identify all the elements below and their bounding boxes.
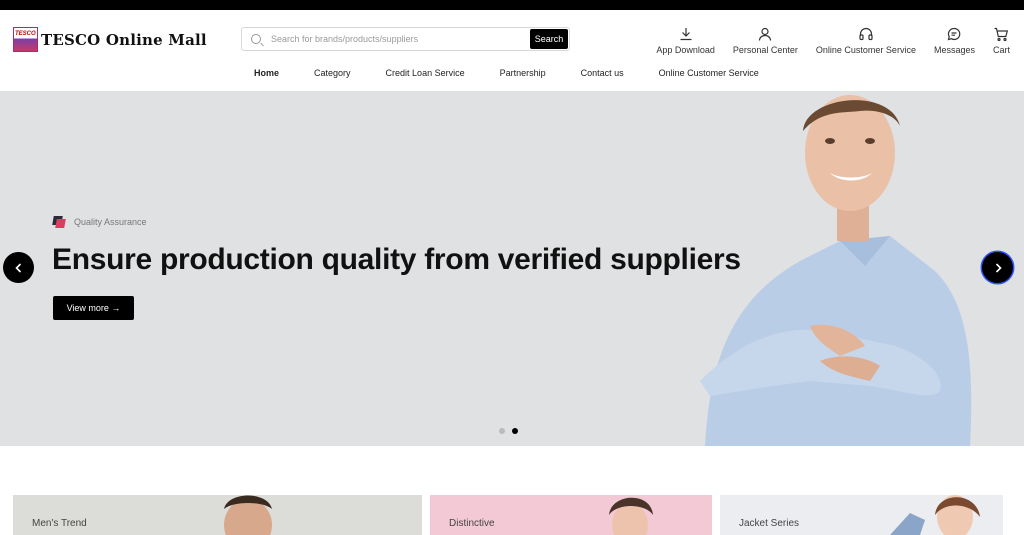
search-bar: Search bbox=[241, 27, 570, 51]
category-card-mens-trend[interactable]: Men's Trend bbox=[13, 495, 422, 535]
card-label: Men's Trend bbox=[32, 518, 87, 529]
logo[interactable]: TESCO TESCO Online Mall bbox=[13, 27, 207, 52]
header-actions: App Download Personal Center Online Cust… bbox=[638, 26, 1010, 55]
personal-center-link[interactable]: Personal Center bbox=[733, 26, 798, 55]
chevron-left-icon bbox=[14, 262, 21, 273]
site-header: TESCO TESCO Online Mall Search App Downl… bbox=[0, 10, 1024, 91]
chat-icon bbox=[948, 27, 961, 41]
chevron-right-icon bbox=[995, 262, 1002, 273]
card-model-image bbox=[609, 497, 653, 535]
view-more-button[interactable]: View more → bbox=[53, 296, 134, 320]
user-icon bbox=[759, 27, 772, 41]
nav-online-customer-service[interactable]: Online Customer Service bbox=[659, 68, 759, 78]
card-label: Jacket Series bbox=[739, 518, 800, 529]
nav-home[interactable]: Home bbox=[254, 68, 279, 78]
messages-link[interactable]: Messages bbox=[934, 26, 975, 55]
carousel-dot-1[interactable] bbox=[499, 428, 505, 434]
nav-credit-loan-service[interactable]: Credit Loan Service bbox=[386, 68, 465, 78]
customer-service-link[interactable]: Online Customer Service bbox=[816, 26, 916, 55]
brand-name: TESCO Online Mall bbox=[41, 30, 207, 49]
category-cards: Men's Trend Distinctive Jacket Series bbox=[13, 495, 1003, 535]
personal-center-label: Personal Center bbox=[732, 45, 798, 55]
card-model-image bbox=[224, 495, 272, 535]
carousel-prev-button[interactable] bbox=[3, 252, 34, 283]
app-download-label: App Download bbox=[656, 45, 715, 55]
cart-link[interactable]: Cart bbox=[993, 26, 1010, 55]
hero-title: Ensure production quality from verified … bbox=[52, 243, 741, 276]
card-model-image bbox=[890, 495, 980, 535]
hero-tag-label: Quality Assurance bbox=[74, 217, 147, 227]
customer-service-label: Online Customer Service bbox=[815, 45, 916, 55]
messages-label: Messages bbox=[933, 45, 975, 55]
logo-badge: TESCO bbox=[13, 27, 38, 52]
logo-badge-text: TESCO bbox=[15, 31, 36, 37]
main-nav: Home Category Credit Loan Service Partne… bbox=[254, 68, 794, 78]
app-download-link[interactable]: App Download bbox=[656, 26, 715, 55]
download-icon bbox=[680, 28, 692, 41]
carousel-next-button[interactable] bbox=[982, 252, 1013, 283]
category-card-jacket-series[interactable]: Jacket Series bbox=[720, 495, 1003, 535]
cart-icon bbox=[994, 27, 1009, 42]
search-button[interactable]: Search bbox=[530, 29, 568, 49]
card-label: Distinctive bbox=[449, 518, 495, 529]
search-input[interactable] bbox=[271, 34, 521, 44]
quality-badge-icon bbox=[53, 216, 66, 228]
carousel-dots bbox=[499, 428, 518, 434]
carousel-dot-2[interactable] bbox=[512, 428, 518, 434]
cart-label: Cart bbox=[992, 45, 1010, 55]
headset-icon bbox=[859, 27, 873, 41]
nav-contact-us[interactable]: Contact us bbox=[581, 68, 624, 78]
search-icon bbox=[251, 34, 261, 44]
category-card-distinctive[interactable]: Distinctive bbox=[430, 495, 712, 535]
hero-banner: Quality Assurance Ensure production qual… bbox=[0, 91, 1024, 446]
nav-category[interactable]: Category bbox=[314, 68, 351, 78]
hero-tag: Quality Assurance bbox=[53, 216, 147, 228]
nav-partnership[interactable]: Partnership bbox=[500, 68, 546, 78]
top-black-bar bbox=[0, 0, 1024, 10]
